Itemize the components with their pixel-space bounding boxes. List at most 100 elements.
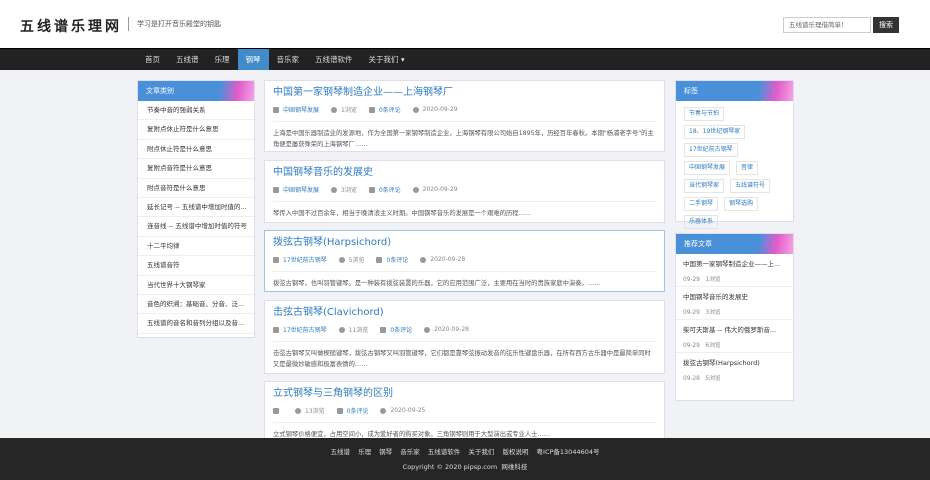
- article-category[interactable]: 17世纪前古钢琴: [283, 255, 327, 264]
- article-date: 2020-09-25: [390, 407, 426, 414]
- tag-link[interactable]: 五线谱符号: [730, 179, 771, 193]
- article-category[interactable]: 17世纪前古钢琴: [283, 325, 327, 334]
- logo-divider: [128, 17, 129, 31]
- list-item[interactable]: 当代世界十大钢琴家: [138, 276, 254, 295]
- eye-icon: [338, 256, 345, 263]
- article-category[interactable]: 中国钢琴发展: [283, 185, 319, 194]
- nav-item-piano[interactable]: 钢琴: [237, 49, 269, 70]
- site-footer: 五线谱 乐理 钢琴 音乐家 五线谱软件 关于我们 版权说明 粤ICP备13044…: [0, 438, 930, 480]
- article-comments[interactable]: 0条评论: [379, 185, 401, 194]
- rec-title[interactable]: 中国第一家钢琴制造企业——上...: [683, 258, 786, 268]
- nav-item-theory[interactable]: 乐理: [207, 49, 238, 70]
- article-date: 2020-09-29: [422, 106, 458, 113]
- article-title[interactable]: 立式钢琴与三角钢琴的区别: [273, 387, 656, 401]
- comment-icon: [376, 256, 383, 263]
- tag-link[interactable]: 乐器体系: [684, 215, 719, 229]
- rec-date: 09-28: [683, 376, 700, 382]
- footer-link[interactable]: 钢琴: [379, 448, 392, 456]
- footer-link[interactable]: 版权说明: [502, 448, 528, 456]
- rec-date: 09-29: [683, 277, 700, 283]
- article-comments[interactable]: 0条评论: [347, 406, 369, 415]
- list-item[interactable]: 节奏中音的强弱关系: [138, 101, 254, 121]
- list-item[interactable]: 中国第一家钢琴制造企业——上... 09-29 1浏览: [676, 258, 793, 287]
- tag-link[interactable]: 18、19世纪钢琴家: [684, 125, 746, 139]
- rec-title[interactable]: 中国钢琴音乐的发展史: [683, 291, 786, 301]
- article-views: 1浏览: [341, 107, 357, 114]
- eye-icon: [295, 407, 301, 414]
- site-header: 五线谱乐理网 学习是打开音乐殿堂的钥匙 五线谱乐理借简单！ 搜索: [0, 0, 930, 48]
- footer-link[interactable]: 五线谱软件: [428, 448, 461, 456]
- footer-icp[interactable]: 粤ICP备13044604号: [537, 448, 600, 456]
- article-title[interactable]: 中国钢琴音乐的发展史: [273, 166, 656, 180]
- article-meta: 17世纪前古钢琴 5浏览 0条评论 2020-09-28: [273, 255, 656, 264]
- rec-views: 3浏览: [705, 310, 721, 316]
- article-card: 中国第一家钢琴制造企业——上海钢琴厂 中国钢琴发展 1浏览 0条评论 2020-…: [264, 80, 665, 152]
- article-comments[interactable]: 0条评论: [386, 255, 408, 264]
- list-item[interactable]: 拨弦古钢琴(Harpsichord) 09-28 5浏览: [676, 357, 793, 386]
- footer-link[interactable]: 音乐家: [400, 448, 420, 456]
- article-excerpt: 琴传入中国不过百余年，相当于晚清浪主义时期。中国钢琴音乐的发展是一个艰难的历程……: [273, 210, 532, 217]
- search-button[interactable]: 搜索: [873, 17, 899, 33]
- list-item[interactable]: 复附点音符是什么意思: [138, 159, 254, 179]
- article-title[interactable]: 拨弦古钢琴(Harpsichord): [273, 236, 656, 250]
- article-title[interactable]: 击弦古钢琴(Clavichord): [273, 306, 656, 320]
- nav-item-home[interactable]: 首页: [137, 49, 168, 70]
- category-icon: [273, 186, 279, 193]
- nav-item-about[interactable]: 关于我们 ▾: [361, 49, 413, 70]
- list-item[interactable]: 附点休止符是什么意思: [138, 140, 254, 160]
- article-meta: 13浏览 0条评论 2020-09-25: [273, 406, 656, 415]
- category-panel: 文章类别 节奏中音的强弱关系 复附点休止符是什么意思 附点休止符是什么意思 复附…: [137, 80, 255, 338]
- list-item[interactable]: 连音线 -- 五线谱中增加时值的符号: [138, 217, 254, 237]
- article-views: 3浏览: [341, 187, 357, 194]
- main-nav: 首页 五线谱 乐理 钢琴 音乐家 五线谱软件 关于我们 ▾: [0, 48, 930, 70]
- nav-item-software[interactable]: 五线谱软件: [307, 49, 361, 70]
- footer-copyright: Copyright © 2020 pipsp.com 网维科技: [0, 461, 930, 471]
- tag-link[interactable]: 音律: [736, 161, 759, 175]
- rec-views: 1浏览: [705, 277, 721, 283]
- article-card: 中国钢琴音乐的发展史 中国钢琴发展 3浏览 0条评论 2020-09-29 琴传…: [264, 160, 665, 223]
- article-meta: 17世纪前古钢琴 11浏览 0条评论 2020-09-28: [273, 325, 656, 334]
- article-card: 拨弦古钢琴(Harpsichord) 17世纪前古钢琴 5浏览 0条评论 202…: [264, 230, 665, 292]
- article-title[interactable]: 中国第一家钢琴制造企业——上海钢琴厂: [273, 86, 656, 100]
- comment-icon: [368, 106, 375, 113]
- eye-icon: [331, 186, 338, 193]
- nav-item-staff[interactable]: 五线谱: [168, 49, 207, 70]
- recommended-panel: 推荐文章 中国第一家钢琴制造企业——上... 09-29 1浏览 中国钢琴音乐的…: [675, 233, 794, 401]
- article-comments[interactable]: 0条评论: [379, 105, 401, 114]
- list-item[interactable]: 柴可夫斯基 -- 伟大的俄罗斯音... 09-29 6浏览: [676, 324, 793, 353]
- footer-link[interactable]: 关于我们: [468, 448, 494, 456]
- article-date: 2020-09-29: [422, 186, 458, 193]
- nav-item-musicians[interactable]: 音乐家: [269, 49, 308, 70]
- rec-date: 09-29: [683, 343, 700, 349]
- tag-link[interactable]: 钢琴选购: [724, 197, 759, 211]
- tag-link[interactable]: 当代钢琴家: [684, 179, 725, 193]
- list-item[interactable]: 中国钢琴音乐的发展史 09-29 3浏览: [676, 291, 793, 320]
- list-item[interactable]: 复附点休止符是什么意思: [138, 120, 254, 140]
- site-slogan: 学习是打开音乐殿堂的钥匙: [137, 20, 221, 28]
- footer-link[interactable]: 乐理: [358, 448, 371, 456]
- article-comments[interactable]: 0条评论: [390, 325, 412, 334]
- footer-link[interactable]: 五线谱: [330, 448, 350, 456]
- rec-title[interactable]: 柴可夫斯基 -- 伟大的俄罗斯音...: [683, 324, 786, 334]
- site-logo[interactable]: 五线谱乐理网: [20, 16, 122, 36]
- search-input[interactable]: 五线谱乐理借简单！: [783, 17, 871, 33]
- tag-link[interactable]: 17世纪前古钢琴: [684, 143, 738, 157]
- recommended-panel-title: 推荐文章: [676, 234, 793, 254]
- tag-link[interactable]: 二手钢琴: [684, 197, 719, 211]
- article-meta: 中国钢琴发展 3浏览 0条评论 2020-09-29: [273, 185, 656, 194]
- list-item[interactable]: 延长记号 -- 五线谱中增加时值的...: [138, 198, 254, 218]
- tag-link[interactable]: 节奏与节拍: [684, 107, 725, 121]
- list-item[interactable]: 五线谱音符: [138, 256, 254, 276]
- list-item[interactable]: 十二平均律: [138, 237, 254, 257]
- tags-panel-title: 标签: [676, 81, 793, 101]
- article-category[interactable]: 中国钢琴发展: [283, 105, 319, 114]
- list-item[interactable]: 附点音符是什么意思: [138, 179, 254, 198]
- rec-title[interactable]: 拨弦古钢琴(Harpsichord): [683, 357, 786, 367]
- list-item[interactable]: 五线谱的音名和音列分组以及音...: [138, 314, 254, 334]
- company-link[interactable]: 网维科技: [501, 463, 527, 471]
- list-item[interactable]: 音色的织溯：基础音、分音、泛...: [138, 295, 254, 315]
- rec-views: 5浏览: [705, 376, 721, 382]
- copyright-text: Copyright © 2020 pipsp.com: [402, 463, 498, 471]
- article-date: 2020-09-28: [430, 256, 466, 263]
- tag-link[interactable]: 中国钢琴发展: [684, 161, 731, 175]
